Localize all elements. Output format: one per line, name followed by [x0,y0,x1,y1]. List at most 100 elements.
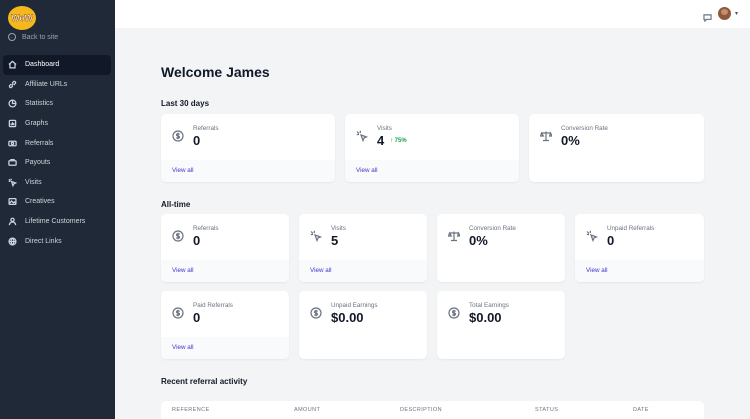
dollar-circle-icon [172,129,184,142]
stat-label: Referrals [193,125,219,132]
section-heading-last-30-days: Last 30 days [161,99,210,108]
stat-value: 0 [193,133,201,148]
arrow-up-icon: ↑ [390,138,393,144]
sidebar-item-payouts[interactable]: Payouts [3,153,111,173]
column-header-date[interactable]: DATE [633,407,649,413]
stat-label: Conversion Rate [469,225,516,232]
column-header-reference[interactable]: REFERENCE [172,407,210,413]
sidebar-item-affiliate-urls[interactable]: Affiliate URLs [3,75,111,95]
sidebar-item-dashboard[interactable]: Dashboard [3,55,111,75]
referrals-table: REFERENCE AMOUNT DESCRIPTION STATUS DATE [161,401,704,419]
sidebar-item-statistics[interactable]: Statistics [3,94,111,114]
view-all-link[interactable]: View all [172,344,194,351]
money-icon [8,139,17,148]
sidebar-item-label: Dashboard [25,61,60,69]
sidebar-item-visits[interactable]: Visits [3,173,111,193]
globe-icon [8,237,17,246]
stat-value: $0.00 [331,310,364,325]
stat-card-unpaid-earnings: Unpaid Earnings $0.00 [299,291,427,359]
stat-label: Visits [331,225,346,232]
sidebar-item-label: Payouts [25,159,51,167]
sidebar-item-label: Direct Links [25,237,62,245]
view-all-link[interactable]: View all [172,267,194,274]
arrow-left-circle-icon: ← [8,33,16,41]
sidebar-item-label: Lifetime Customers [25,218,86,226]
image-icon [8,197,17,206]
home-icon [8,60,17,69]
stat-label: Referrals [193,225,219,232]
stat-value: $0.00 [469,310,502,325]
section-heading-recent-referral-activity: Recent referral activity [161,377,248,386]
sidebar-item-referrals[interactable]: Referrals [3,133,111,153]
dollar-circle-icon [172,306,184,319]
sidebar-item-label: Creatives [25,198,55,206]
sidebar-item-label: Graphs [25,120,48,128]
cursor-click-icon [586,229,599,243]
back-to-site-label: Back to site [22,33,59,41]
avatar[interactable] [718,7,731,20]
stat-card-total-earnings: Total Earnings $0.00 [437,291,565,359]
stat-label: Total Earnings [469,302,509,309]
stat-value: 0 [607,233,615,248]
card-footer: View all [161,260,289,282]
pie-chart-icon [8,99,17,109]
cursor-click-icon [310,229,323,243]
stat-label: Visits [377,125,392,132]
bar-chart-icon [8,119,17,128]
card-footer: View all [161,160,335,182]
logo-text: WoW [11,13,33,23]
stat-label: Paid Referrals [193,302,233,309]
view-all-link[interactable]: View all [356,167,378,174]
stat-value: 0% [561,133,580,148]
main-content: Welcome James Last 30 days Referrals 0 V… [115,28,750,419]
view-all-link[interactable]: View all [172,167,194,174]
view-all-link[interactable]: View all [310,267,332,274]
card-footer: View all [345,160,519,182]
top-bar: ▾ [115,0,750,28]
brand-logo[interactable]: WoW [8,6,36,30]
dollar-circle-icon [172,229,184,242]
sidebar-item-direct-links[interactable]: Direct Links [3,231,111,251]
back-to-site-link[interactable]: ← Back to site [8,33,58,41]
sidebar-item-creatives[interactable]: Creatives [3,192,111,212]
column-header-status[interactable]: STATUS [535,407,558,413]
view-all-link[interactable]: View all [586,267,608,274]
column-header-description[interactable]: DESCRIPTION [400,407,442,413]
stat-card-unpaid-referrals: Unpaid Referrals 0 View all [575,214,704,282]
stat-card-visits-30d: Visits 4 ↑ 75% View all [345,114,519,182]
stat-card-referrals-all-time: Referrals 0 View all [161,214,289,282]
trend-up-badge: ↑ 75% [390,138,407,144]
chevron-down-icon[interactable]: ▾ [735,10,738,17]
link-icon [8,80,17,89]
trend-value: 75% [394,138,407,144]
card-footer: View all [161,337,289,359]
sidebar-item-lifetime-customers[interactable]: Lifetime Customers [3,212,111,232]
scale-icon [539,129,553,142]
sidebar-item-label: Referrals [25,139,54,147]
stat-value: 0 [193,310,201,325]
stat-card-referrals-30d: Referrals 0 View all [161,114,335,182]
scale-icon [447,229,461,242]
sidebar-nav: Dashboard Affiliate URLs Statistics Grap… [3,55,111,251]
chat-icon[interactable] [703,9,712,23]
sidebar-item-label: Statistics [25,100,54,108]
sidebar: WoW ← Back to site Dashboard Affiliate U… [0,0,115,419]
stat-value: 0% [469,233,488,248]
page-title: Welcome James [161,64,270,80]
section-heading-all-time: All-time [161,200,191,209]
sidebar-item-label: Visits [25,178,42,186]
stat-label: Unpaid Earnings [331,302,378,309]
sidebar-item-graphs[interactable]: Graphs [3,114,111,134]
stat-label: Conversion Rate [561,125,608,132]
column-header-amount[interactable]: AMOUNT [294,407,320,413]
users-icon [8,217,17,226]
stat-card-conversion-rate-30d: Conversion Rate 0% [529,114,704,182]
cursor-click-icon [8,178,17,187]
stat-label: Unpaid Referrals [607,225,655,232]
stat-value: 0 [193,233,201,248]
card-footer: View all [575,260,704,282]
card-footer: View all [299,260,427,282]
stat-value: 5 [331,233,339,248]
stat-card-conversion-rate-all-time: Conversion Rate 0% [437,214,565,282]
cursor-click-icon [356,129,369,143]
